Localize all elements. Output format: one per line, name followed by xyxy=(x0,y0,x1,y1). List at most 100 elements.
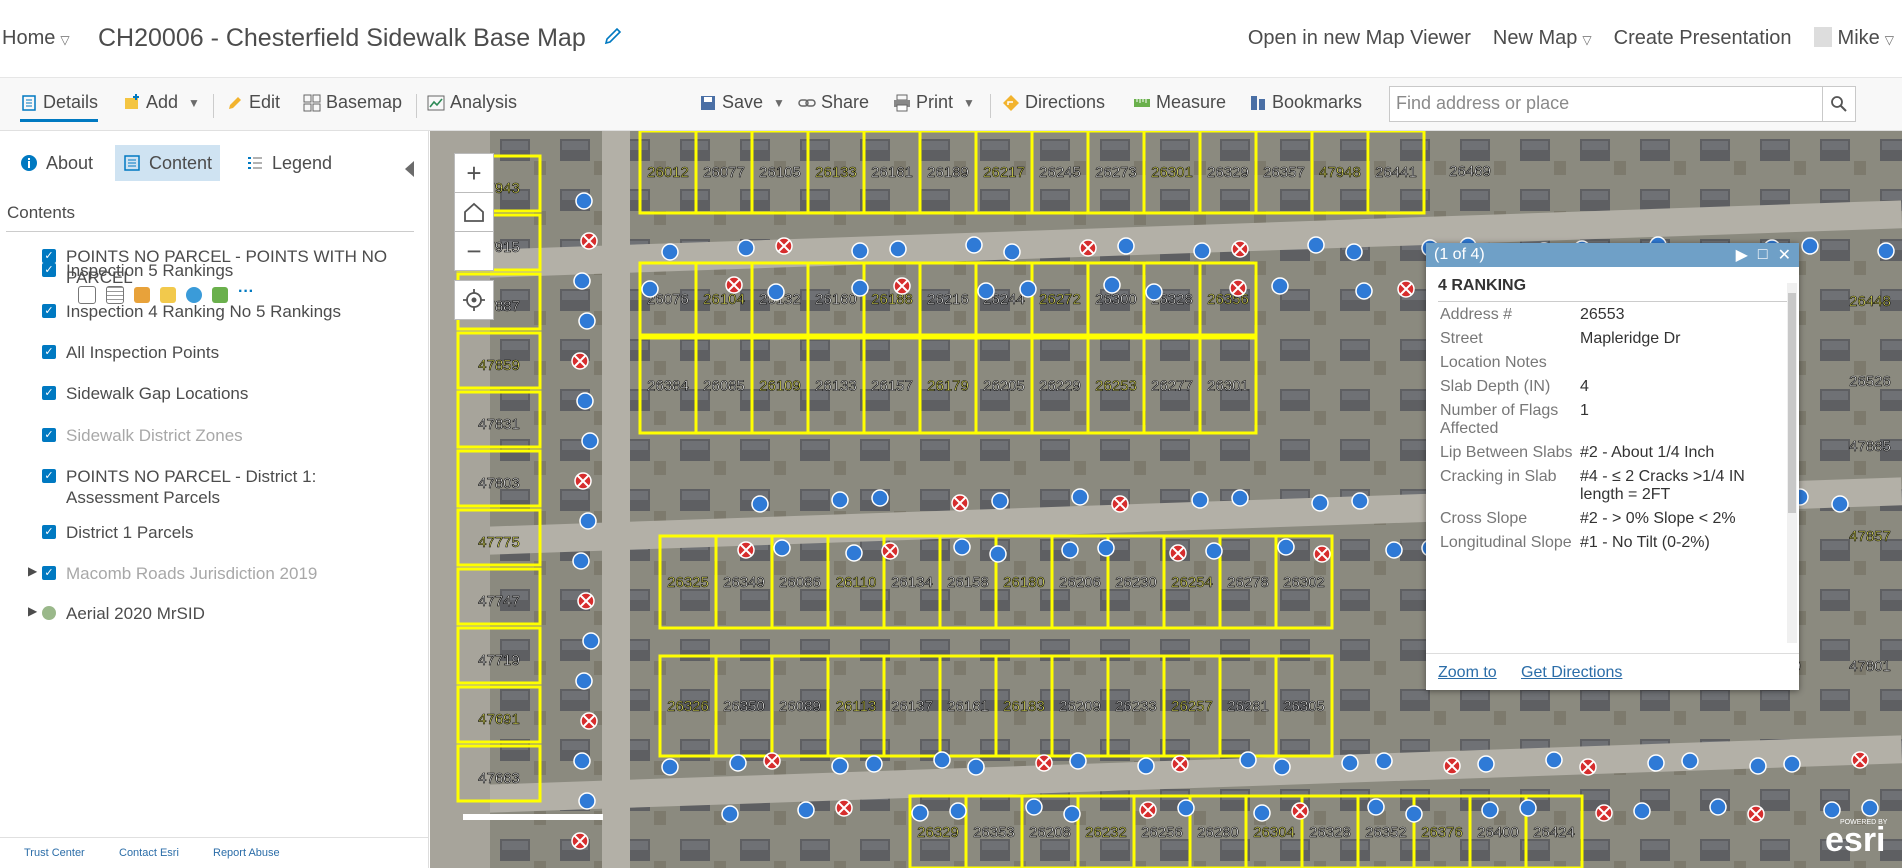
inspection-point[interactable] xyxy=(573,752,591,770)
inspection-point[interactable] xyxy=(865,755,883,773)
inspection-point[interactable] xyxy=(729,754,747,772)
inspection-point[interactable] xyxy=(1519,799,1537,817)
collapse-panel-icon[interactable] xyxy=(405,161,414,177)
new-map-menu[interactable]: New Map ▽ xyxy=(1493,27,1592,50)
layer-item[interactable]: ✓ Inspection 5 Rankings xyxy=(42,260,412,281)
failed-inspection-point[interactable] xyxy=(1171,755,1189,773)
inspection-point[interactable] xyxy=(953,538,971,556)
search-button[interactable] xyxy=(1822,87,1855,121)
inspection-point[interactable] xyxy=(1061,541,1079,559)
inspection-point[interactable] xyxy=(1681,752,1699,770)
layer-item[interactable]: ✓ Macomb Roads Jurisdiction 2019 xyxy=(42,563,412,584)
tab-legend[interactable]: Legend xyxy=(238,145,340,181)
pencil-icon[interactable] xyxy=(603,24,623,52)
inspection-point[interactable] xyxy=(737,239,755,257)
inspection-point[interactable] xyxy=(1277,538,1295,556)
inspection-point[interactable] xyxy=(572,552,590,570)
layer-checkbox[interactable]: ✓ xyxy=(42,304,56,318)
failed-inspection-point[interactable] xyxy=(737,541,755,559)
failed-inspection-point[interactable] xyxy=(725,276,743,294)
inspection-point[interactable] xyxy=(773,539,791,557)
inspection-point[interactable] xyxy=(582,632,600,650)
inspection-point[interactable] xyxy=(1633,802,1651,820)
basemap-button[interactable]: Basemap xyxy=(303,92,402,113)
save-button[interactable]: Save ▼ xyxy=(699,92,785,113)
inspection-point[interactable] xyxy=(1253,804,1271,822)
next-feature-icon[interactable]: ▶ xyxy=(1736,245,1748,265)
inspection-point[interactable] xyxy=(1477,755,1495,773)
inspection-point[interactable] xyxy=(1117,237,1135,255)
create-presentation-link[interactable]: Create Presentation xyxy=(1614,27,1792,50)
failed-inspection-point[interactable] xyxy=(763,752,781,770)
failed-inspection-point[interactable] xyxy=(571,352,589,370)
layer-item[interactable]: ✓ POINTS NO PARCEL - District 1: Assessm… xyxy=(42,466,412,508)
layer-item[interactable]: ✓ District 1 Parcels xyxy=(42,522,412,543)
inspection-point[interactable] xyxy=(1145,283,1163,301)
failed-inspection-point[interactable] xyxy=(1595,804,1613,822)
inspection-point[interactable] xyxy=(1345,243,1363,261)
inspection-point[interactable] xyxy=(1307,236,1325,254)
directions-button[interactable]: Directions xyxy=(1002,92,1105,113)
inspection-point[interactable] xyxy=(845,544,863,562)
contact-esri-link[interactable]: Contact Esri xyxy=(119,847,179,859)
failed-inspection-point[interactable] xyxy=(1443,757,1461,775)
failed-inspection-point[interactable] xyxy=(1111,495,1129,513)
print-button[interactable]: Print ▼ xyxy=(893,92,975,113)
inspection-point[interactable] xyxy=(1311,494,1329,512)
inspection-point[interactable] xyxy=(1341,754,1359,772)
search-input[interactable] xyxy=(1390,87,1822,119)
failed-inspection-point[interactable] xyxy=(1291,802,1309,820)
inspection-point[interactable] xyxy=(573,272,591,290)
failed-inspection-point[interactable] xyxy=(1169,544,1187,562)
inspection-point[interactable] xyxy=(1271,277,1289,295)
failed-inspection-point[interactable] xyxy=(1079,239,1097,257)
inspection-point[interactable] xyxy=(967,758,985,776)
zoom-out-button[interactable]: − xyxy=(454,231,494,271)
inspection-point[interactable] xyxy=(661,243,679,261)
bookmarks-button[interactable]: Bookmarks xyxy=(1249,92,1362,113)
failed-inspection-point[interactable] xyxy=(1035,754,1053,772)
failed-inspection-point[interactable] xyxy=(1139,801,1157,819)
expand-arrow-icon[interactable]: ▶ xyxy=(28,564,37,578)
failed-inspection-point[interactable] xyxy=(577,592,595,610)
failed-inspection-point[interactable] xyxy=(893,277,911,295)
edit-button[interactable]: Edit xyxy=(226,92,280,113)
inspection-point[interactable] xyxy=(1749,757,1767,775)
layer-checkbox[interactable]: ✓ xyxy=(42,566,56,580)
inspection-point[interactable] xyxy=(1709,798,1727,816)
inspection-point[interactable] xyxy=(1003,243,1021,261)
measure-button[interactable]: Measure xyxy=(1133,92,1226,113)
tab-content[interactable]: Content xyxy=(115,145,221,181)
inspection-point[interactable] xyxy=(1355,282,1373,300)
scrollbar-thumb[interactable] xyxy=(1788,293,1796,513)
inspection-point[interactable] xyxy=(581,432,599,450)
layer-checkbox[interactable]: ✓ xyxy=(42,469,56,483)
inspection-point[interactable] xyxy=(579,512,597,530)
inspection-point[interactable] xyxy=(1823,801,1841,819)
home-menu[interactable]: Home ▽ xyxy=(2,27,70,50)
inspection-point[interactable] xyxy=(933,751,951,769)
inspection-point[interactable] xyxy=(831,491,849,509)
inspection-point[interactable] xyxy=(949,802,967,820)
inspection-point[interactable] xyxy=(1019,280,1037,298)
failed-inspection-point[interactable] xyxy=(580,232,598,250)
failed-inspection-point[interactable] xyxy=(580,712,598,730)
home-extent-button[interactable] xyxy=(454,192,494,232)
inspection-point[interactable] xyxy=(1273,758,1291,776)
failed-inspection-point[interactable] xyxy=(1397,280,1415,298)
close-icon[interactable]: ✕ xyxy=(1778,245,1791,265)
layer-item[interactable]: Aerial 2020 MrSID xyxy=(42,603,412,624)
inspection-point[interactable] xyxy=(1191,491,1209,509)
inspection-point[interactable] xyxy=(831,757,849,775)
expand-arrow-icon[interactable]: ▶ xyxy=(28,604,37,618)
inspection-point[interactable] xyxy=(1063,805,1081,823)
layer-checkbox[interactable]: ✓ xyxy=(42,386,56,400)
tab-about[interactable]: About xyxy=(12,145,101,181)
failed-inspection-point[interactable] xyxy=(1313,545,1331,563)
add-button[interactable]: Add ▼ xyxy=(123,92,200,113)
inspection-point[interactable] xyxy=(851,279,869,297)
share-button[interactable]: Share xyxy=(798,92,869,113)
layer-checkbox[interactable]: ✓ xyxy=(42,345,56,359)
inspection-point[interactable] xyxy=(1831,495,1849,513)
inspection-point[interactable] xyxy=(1069,752,1087,770)
